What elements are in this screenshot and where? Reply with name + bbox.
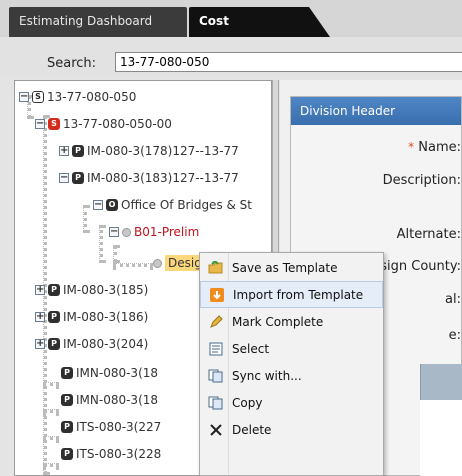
tree-node[interactable]: + P IM-080-3(186) (35, 308, 148, 326)
description-label: Description: (382, 173, 461, 188)
tree-node-label: IM-080-3(185) (63, 283, 149, 297)
menu-item-label: Save as Template (232, 260, 338, 275)
search-label: Search: (47, 56, 97, 71)
expand-icon[interactable]: + (59, 146, 69, 156)
grid-header (420, 364, 462, 400)
tree-node-label: IM-080-3(183)127--13-77 (87, 171, 239, 185)
tree-node[interactable]: − P IM-080-3(183)127--13-77 (59, 169, 239, 187)
tree-node[interactable]: + P IM-080-3(178)127--13-77 (59, 142, 239, 160)
tree-connector (43, 382, 59, 386)
delete-x-icon (200, 423, 232, 436)
tree-node-label: IMN-080-3(18 (76, 366, 159, 380)
tree-node-label: Office Of Bridges & St (121, 198, 253, 212)
tree-node-label: IM-080-3(204) (63, 337, 149, 351)
field-label: al: (445, 292, 461, 307)
expand-icon[interactable]: + (35, 339, 45, 349)
tree-node[interactable]: + P IM-080-3(185) (35, 281, 148, 299)
menu-item-select[interactable]: Select (200, 335, 383, 362)
circle-icon (122, 227, 131, 237)
menu-item-mark-complete[interactable]: Mark Complete (200, 308, 383, 335)
tree-node-label: IM-080-3(186) (63, 310, 149, 324)
copy-icon (200, 396, 232, 410)
tab-cost-estimating[interactable]: Cost Estimating✕ (189, 7, 309, 56)
select-list-icon (200, 342, 232, 356)
p-badge-icon: P (61, 394, 73, 406)
p-badge-icon: P (72, 172, 84, 184)
tree-connector (43, 409, 59, 413)
tree-node[interactable]: P IMN-080-3(18 (61, 391, 158, 409)
menu-item-copy[interactable]: Copy (200, 389, 383, 416)
p-badge-icon: P (72, 145, 84, 157)
tab-estimating-dashboard[interactable]: Estimating Dashboard (9, 7, 187, 37)
tree-connector (43, 436, 59, 440)
panel-title: Division Header (291, 97, 461, 125)
pencil-icon (200, 314, 232, 329)
name-label: * Name: (408, 140, 461, 155)
tree-connector (113, 245, 117, 263)
menu-item-label: Copy (232, 395, 263, 410)
tree-node-label: IM-080-3(178)127--13-77 (87, 144, 239, 158)
tab-label: Estimating Dashboard (19, 14, 153, 28)
tree-connector (113, 263, 153, 267)
import-down-arrow-icon (201, 287, 233, 302)
collapse-icon[interactable]: − (109, 227, 119, 237)
p-badge-icon: P (48, 284, 60, 296)
tree-node[interactable]: − B01-Prelim (109, 223, 199, 241)
o-badge-icon: O (106, 199, 118, 211)
alternate-label: Alternate: (396, 227, 461, 242)
tree-connector (99, 225, 103, 263)
s-badge-icon: S (32, 91, 44, 103)
search-input[interactable] (115, 52, 462, 72)
sync-copy-icon (200, 369, 232, 383)
collapse-icon[interactable]: − (93, 200, 103, 210)
collapse-icon[interactable]: − (19, 92, 29, 102)
expand-icon[interactable]: + (35, 312, 45, 322)
menu-item-sync-with[interactable]: Sync with... (200, 362, 383, 389)
tree-node-label: ITS-080-3(228 (76, 447, 162, 461)
menu-item-label: Sync with... (232, 368, 302, 383)
tree-node[interactable]: − S 13-77-080-050 (19, 88, 136, 106)
p-badge-icon: P (61, 421, 73, 433)
menu-item-label: Select (232, 341, 270, 356)
tree-connector (83, 205, 87, 233)
menu-item-label: Delete (232, 422, 272, 437)
context-menu: Save as Template Import from Template Ma… (199, 252, 384, 476)
menu-item-label: Import from Template (233, 287, 364, 302)
menu-item-save-as-template[interactable]: Save as Template (200, 254, 383, 281)
p-badge-icon: P (48, 338, 60, 350)
tree-node[interactable]: P ITS-080-3(228 (61, 445, 161, 463)
tree-node[interactable]: − O Office Of Bridges & St (93, 196, 252, 214)
collapse-icon[interactable]: − (35, 119, 45, 129)
tree-node[interactable]: P IMN-080-3(18 (61, 364, 158, 382)
tree-node-label: B01-Prelim (134, 225, 200, 239)
circle-icon (153, 258, 162, 268)
p-badge-icon: P (61, 448, 73, 460)
tab-bar: Estimating Dashboard Cost Estimating✕ (0, 0, 462, 56)
collapse-icon[interactable]: − (59, 173, 69, 183)
search-row: Search: (0, 37, 462, 77)
grid-body (420, 400, 462, 476)
menu-item-delete[interactable]: Delete (200, 416, 383, 443)
tree-node-label: 13-77-080-050 (47, 90, 137, 104)
s-badge-icon: S (48, 118, 60, 130)
name-label-text: Name: (418, 140, 461, 155)
tree-node[interactable]: + P IM-080-3(204) (35, 335, 148, 353)
tree-node-label: IMN-080-3(18 (76, 393, 159, 407)
p-badge-icon: P (61, 367, 73, 379)
expand-icon[interactable]: + (35, 285, 45, 295)
menu-item-import-from-template[interactable]: Import from Template (200, 281, 383, 308)
tree-node[interactable]: P ITS-080-3(227 (61, 418, 161, 436)
menu-item-label: Mark Complete (232, 314, 324, 329)
tree-connector (43, 463, 59, 467)
tree-node[interactable]: − S 13-77-080-050-00 (35, 115, 172, 133)
p-badge-icon: P (48, 311, 60, 323)
tree-node-label: 13-77-080-050-00 (63, 117, 172, 131)
required-icon: * (408, 140, 415, 154)
folder-up-icon (200, 260, 232, 275)
field-label: e: (448, 328, 461, 343)
tree-node-label: ITS-080-3(227 (76, 420, 162, 434)
